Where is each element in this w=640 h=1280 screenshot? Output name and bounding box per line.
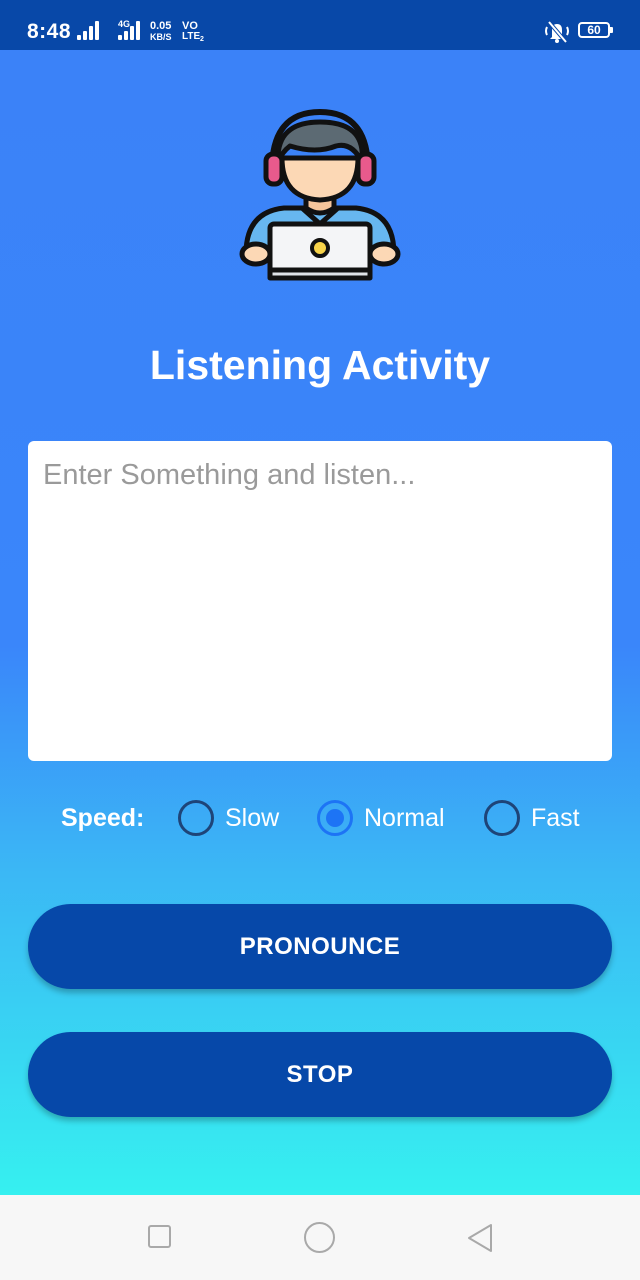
volte-top: VO: [182, 20, 198, 32]
speed-label: Speed:: [61, 804, 145, 832]
network-speed-unit: KB/S: [150, 32, 172, 42]
radio-fast[interactable]: [484, 800, 520, 836]
radio-label-normal[interactable]: Normal: [364, 804, 445, 833]
user-headphones-laptop-illustration: [239, 109, 401, 281]
status-bar: 8:48 4G 0.05 KB/S VO LTE 2 60: [0, 0, 640, 50]
network-speed-value: 0.05: [150, 20, 172, 32]
battery-tip: [610, 27, 613, 33]
text-input[interactable]: [28, 441, 612, 761]
stop-button[interactable]: STOP: [28, 1032, 612, 1117]
navigation-bar: [0, 1195, 640, 1280]
mute-icon: [545, 20, 569, 44]
battery-icon: 60: [578, 22, 610, 38]
volte-bottom: LTE: [182, 31, 201, 42]
radio-normal[interactable]: [317, 800, 353, 836]
status-time: 8:48: [27, 20, 72, 43]
pronounce-button[interactable]: PRONOUNCE: [28, 904, 612, 989]
signal-icon: [77, 20, 103, 40]
main-content: Listening Activity Speed: Slow Normal Fa…: [0, 50, 640, 1195]
page-title: Listening Activity: [149, 342, 491, 388]
recents-icon[interactable]: [148, 1225, 171, 1248]
signal-icon: [118, 20, 144, 40]
volte-sim: 2: [200, 36, 204, 43]
radio-slow[interactable]: [178, 800, 214, 836]
back-icon[interactable]: [465, 1222, 495, 1254]
home-icon[interactable]: [304, 1222, 335, 1253]
radio-label-fast[interactable]: Fast: [531, 804, 580, 833]
radio-label-slow[interactable]: Slow: [225, 804, 279, 833]
